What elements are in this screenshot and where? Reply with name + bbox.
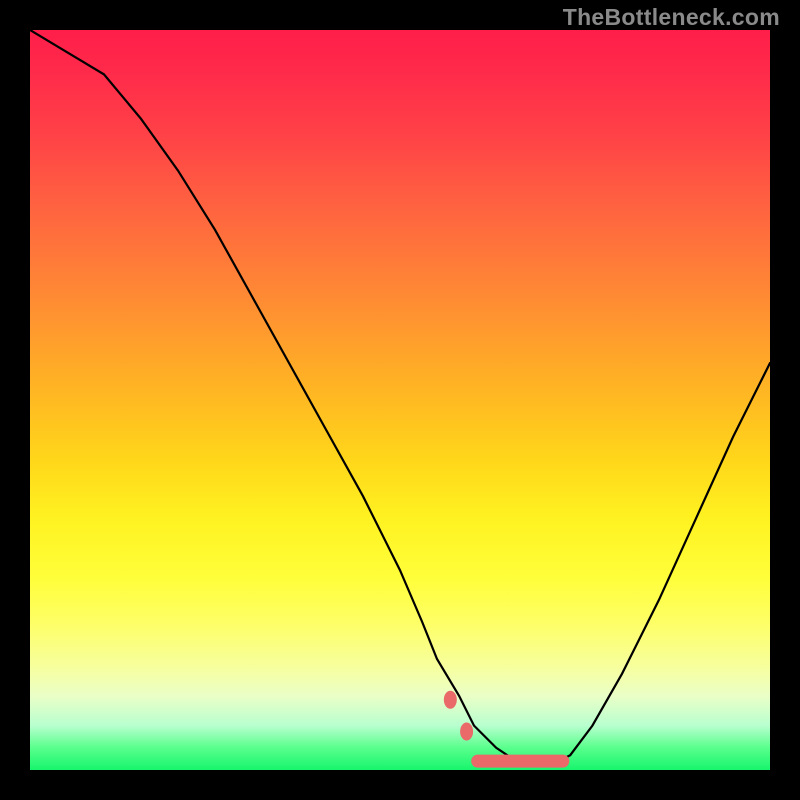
curve-layer xyxy=(30,30,770,770)
bottleneck-curve xyxy=(30,30,770,763)
marker-dot xyxy=(460,723,473,741)
plot-area xyxy=(30,30,770,770)
marker-dot xyxy=(444,691,457,709)
chart-container: TheBottleneck.com xyxy=(0,0,800,800)
watermark-text: TheBottleneck.com xyxy=(563,4,780,31)
